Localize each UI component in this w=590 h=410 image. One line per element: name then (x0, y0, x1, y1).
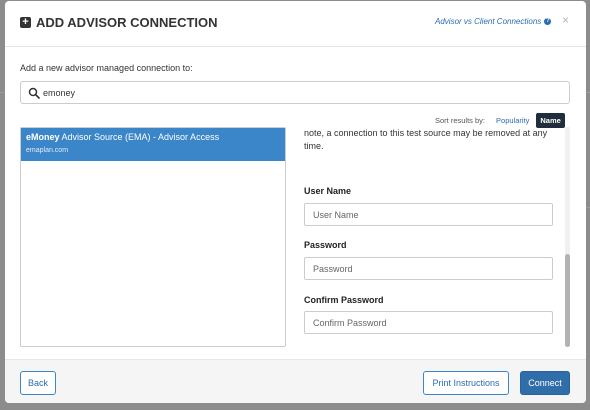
result-name-rest: Advisor Source (EMA) - Advisor Access (59, 132, 220, 142)
plus-square-icon: + (20, 17, 31, 28)
username-label: User Name (304, 186, 352, 196)
result-domain: emaplan.com (26, 147, 69, 154)
backdrop-line (586, 92, 590, 93)
results-list: eMoney Advisor Source (EMA) - Advisor Ac… (20, 127, 286, 347)
list-item[interactable]: eMoney Advisor Source (EMA) - Advisor Ac… (21, 128, 285, 161)
print-instructions-button[interactable]: Print Instructions (423, 371, 509, 395)
intro-text: Add a new advisor managed connection to: (20, 63, 193, 73)
connection-note: note, a connection to this test source m… (304, 128, 548, 151)
back-button[interactable]: Back (20, 371, 56, 395)
sort-controls: Sort results by: Popularity Name (435, 112, 565, 128)
advisor-vs-client-help-link[interactable]: Advisor vs Client Connections ? (435, 17, 552, 26)
search-input[interactable] (43, 86, 443, 100)
modal-title-text: ADD ADVISOR CONNECTION (36, 15, 218, 30)
password-label: Password (304, 240, 347, 250)
details-scrollbar[interactable] (565, 127, 570, 347)
password-field[interactable] (304, 257, 553, 280)
close-icon[interactable]: × (562, 13, 569, 27)
backdrop-line (586, 207, 590, 208)
confirm-password-label: Confirm Password (304, 295, 384, 305)
sort-label: Sort results by: (435, 115, 486, 125)
question-circle-icon[interactable]: ? (544, 18, 552, 25)
scrollbar-thumb[interactable] (565, 254, 570, 347)
modal-title: + ADD ADVISOR CONNECTION (20, 15, 218, 30)
add-advisor-connection-modal: + ADD ADVISOR CONNECTION Advisor vs Clie… (5, 1, 586, 403)
result-title[interactable]: eMoney Advisor Source (EMA) - Advisor Ac… (26, 132, 280, 143)
modal-header: + ADD ADVISOR CONNECTION Advisor vs Clie… (5, 1, 586, 47)
connect-button[interactable]: Connect (520, 371, 570, 395)
sort-popularity-option[interactable]: Popularity (496, 116, 529, 125)
help-link-text[interactable]: Advisor vs Client Connections (435, 17, 541, 26)
username-field[interactable] (304, 203, 553, 226)
connection-details-pane: note, a connection to this test source m… (304, 127, 570, 347)
search-icon (28, 87, 40, 99)
modal-footer: Back Print Instructions Connect (5, 359, 586, 403)
result-name-bold: eMoney (26, 132, 60, 142)
sort-name-option[interactable]: Name (536, 112, 565, 128)
search-box[interactable] (20, 81, 570, 104)
confirm-password-field[interactable] (304, 311, 553, 334)
